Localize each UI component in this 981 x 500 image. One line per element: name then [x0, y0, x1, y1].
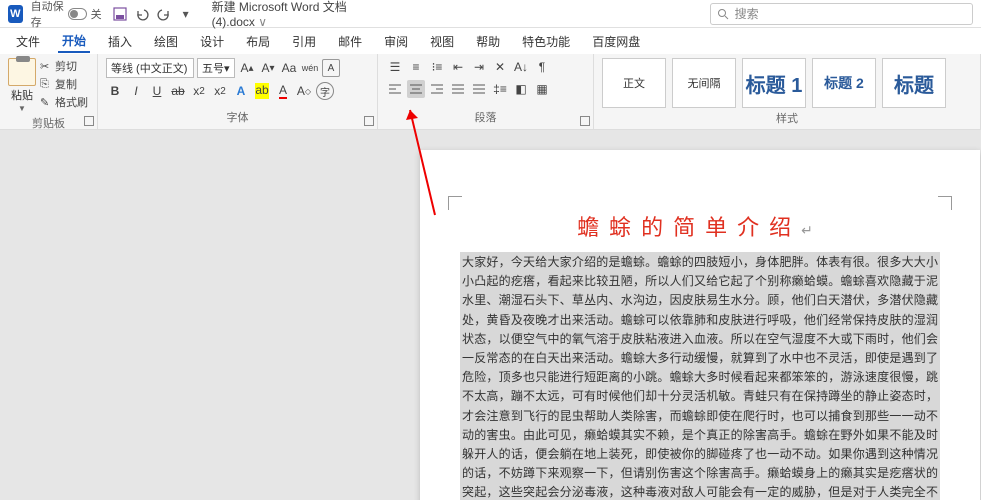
highlight-button[interactable]: ab [253, 82, 271, 100]
style-heading1[interactable]: 标题 1 [742, 58, 806, 108]
styles-group-label: 样式 [602, 110, 972, 126]
paragraph-group-label: 段落 [386, 109, 585, 125]
align-center-button[interactable] [407, 80, 425, 98]
margin-corner-tl [448, 196, 462, 210]
style-normal[interactable]: 正文 [602, 58, 666, 108]
menu-insert[interactable]: 插入 [104, 31, 136, 52]
asian-layout-button[interactable]: ✕ [491, 58, 509, 76]
format-painter-button[interactable]: ✎格式刷 [40, 94, 88, 110]
brush-icon: ✎ [40, 96, 52, 108]
autosave-state: 关 [91, 6, 102, 22]
distribute-button[interactable] [470, 80, 488, 98]
bold-button[interactable]: B [106, 82, 124, 100]
text-effects-button[interactable]: A [232, 82, 250, 100]
shrink-font-button[interactable]: A▾ [259, 59, 277, 77]
search-placeholder: 搜索 [735, 5, 759, 22]
clear-format-button[interactable]: A◇ [295, 82, 313, 100]
font-group-label: 字体 [106, 109, 369, 125]
phonetic-button[interactable]: wén [301, 59, 319, 77]
menu-baidu[interactable]: 百度网盘 [588, 31, 644, 52]
font-color-button[interactable]: A [274, 82, 292, 100]
autosave-label: 自动保存 [31, 0, 64, 30]
grow-font-button[interactable]: A▴ [238, 59, 256, 77]
menu-file[interactable]: 文件 [12, 31, 44, 52]
increase-indent-button[interactable]: ⇥ [470, 58, 488, 76]
align-left-button[interactable] [386, 80, 404, 98]
multilevel-button[interactable]: ⁝≡ [428, 58, 446, 76]
line-spacing-button[interactable]: ‡≡ [491, 80, 509, 98]
menu-home[interactable]: 开始 [58, 30, 90, 53]
char-border-button[interactable]: A [322, 59, 340, 77]
shading-button[interactable]: ◧ [512, 80, 530, 98]
show-marks-button[interactable]: ¶ [533, 58, 551, 76]
align-right-button[interactable] [428, 80, 446, 98]
page: 蟾蜍的简单介绍↵ 大家好，今天给大家介绍的是蟾蜍。蟾蜍的四肢短小，身体肥胖。体表… [420, 150, 980, 500]
qat-dropdown[interactable]: ▾ [178, 6, 194, 22]
style-title[interactable]: 标题 [882, 58, 946, 108]
document-body[interactable]: 大家好，今天给大家介绍的是蟾蜍。蟾蜍的四肢短小，身体肥胖。体表有很。很多大大小小… [460, 252, 940, 500]
numbering-button[interactable]: ≡ [407, 58, 425, 76]
clipboard-dialog-launcher[interactable] [84, 116, 94, 126]
font-size-select[interactable]: 五号▾ [197, 58, 235, 78]
menu-review[interactable]: 审阅 [380, 31, 412, 52]
paste-icon [8, 58, 36, 86]
margin-corner-tr [938, 196, 952, 210]
paragraph-dialog-launcher[interactable] [580, 116, 590, 126]
save-button[interactable] [112, 6, 128, 22]
font-name-select[interactable]: 等线 (中文正文) [106, 58, 194, 78]
strikethrough-button[interactable]: ab [169, 82, 187, 100]
menu-references[interactable]: 引用 [288, 31, 320, 52]
copy-button[interactable]: ⎘复制 [40, 76, 88, 92]
toggle-icon [68, 8, 87, 20]
underline-button[interactable]: U [148, 82, 166, 100]
borders-button[interactable]: ▦ [533, 80, 551, 98]
search-input[interactable]: 搜索 [710, 3, 973, 25]
document-title[interactable]: 新建 Microsoft Word 文档 (4).docx ∨ [212, 0, 370, 29]
copy-icon: ⎘ [40, 78, 52, 90]
font-dialog-launcher[interactable] [364, 116, 374, 126]
italic-button[interactable]: I [127, 82, 145, 100]
bullets-button[interactable]: ☰ [386, 58, 404, 76]
clipboard-group-label: 剪贴板 [8, 115, 89, 131]
search-icon [717, 8, 729, 20]
scissors-icon: ✂ [40, 60, 52, 72]
menu-view[interactable]: 视图 [426, 31, 458, 52]
menu-draw[interactable]: 绘图 [150, 31, 182, 52]
change-case-button[interactable]: Aa [280, 59, 298, 77]
decrease-indent-button[interactable]: ⇤ [449, 58, 467, 76]
subscript-button[interactable]: x2 [190, 82, 208, 100]
document-canvas[interactable]: 蟾蜍的简单介绍↵ 大家好，今天给大家介绍的是蟾蜍。蟾蜍的四肢短小，身体肥胖。体表… [0, 130, 981, 500]
undo-button[interactable] [134, 6, 150, 22]
menu-help[interactable]: 帮助 [472, 31, 504, 52]
word-app-icon: W [8, 5, 23, 23]
menu-mail[interactable]: 邮件 [334, 31, 366, 52]
autosave-toggle[interactable]: 自动保存 关 [31, 0, 102, 30]
menu-layout[interactable]: 布局 [242, 31, 274, 52]
style-heading2[interactable]: 标题 2 [812, 58, 876, 108]
redo-button[interactable] [156, 6, 172, 22]
style-nospace[interactable]: 无间隔 [672, 58, 736, 108]
sort-button[interactable]: A↓ [512, 58, 530, 76]
document-heading[interactable]: 蟾蜍的简单介绍↵ [460, 210, 940, 242]
menu-special[interactable]: 特色功能 [518, 31, 574, 52]
menu-design[interactable]: 设计 [196, 31, 228, 52]
superscript-button[interactable]: x2 [211, 82, 229, 100]
justify-button[interactable] [449, 80, 467, 98]
paste-button[interactable]: 粘贴 ▼ [8, 58, 36, 113]
cut-button[interactable]: ✂剪切 [40, 58, 88, 74]
enclose-char-button[interactable]: 字 [316, 82, 334, 100]
